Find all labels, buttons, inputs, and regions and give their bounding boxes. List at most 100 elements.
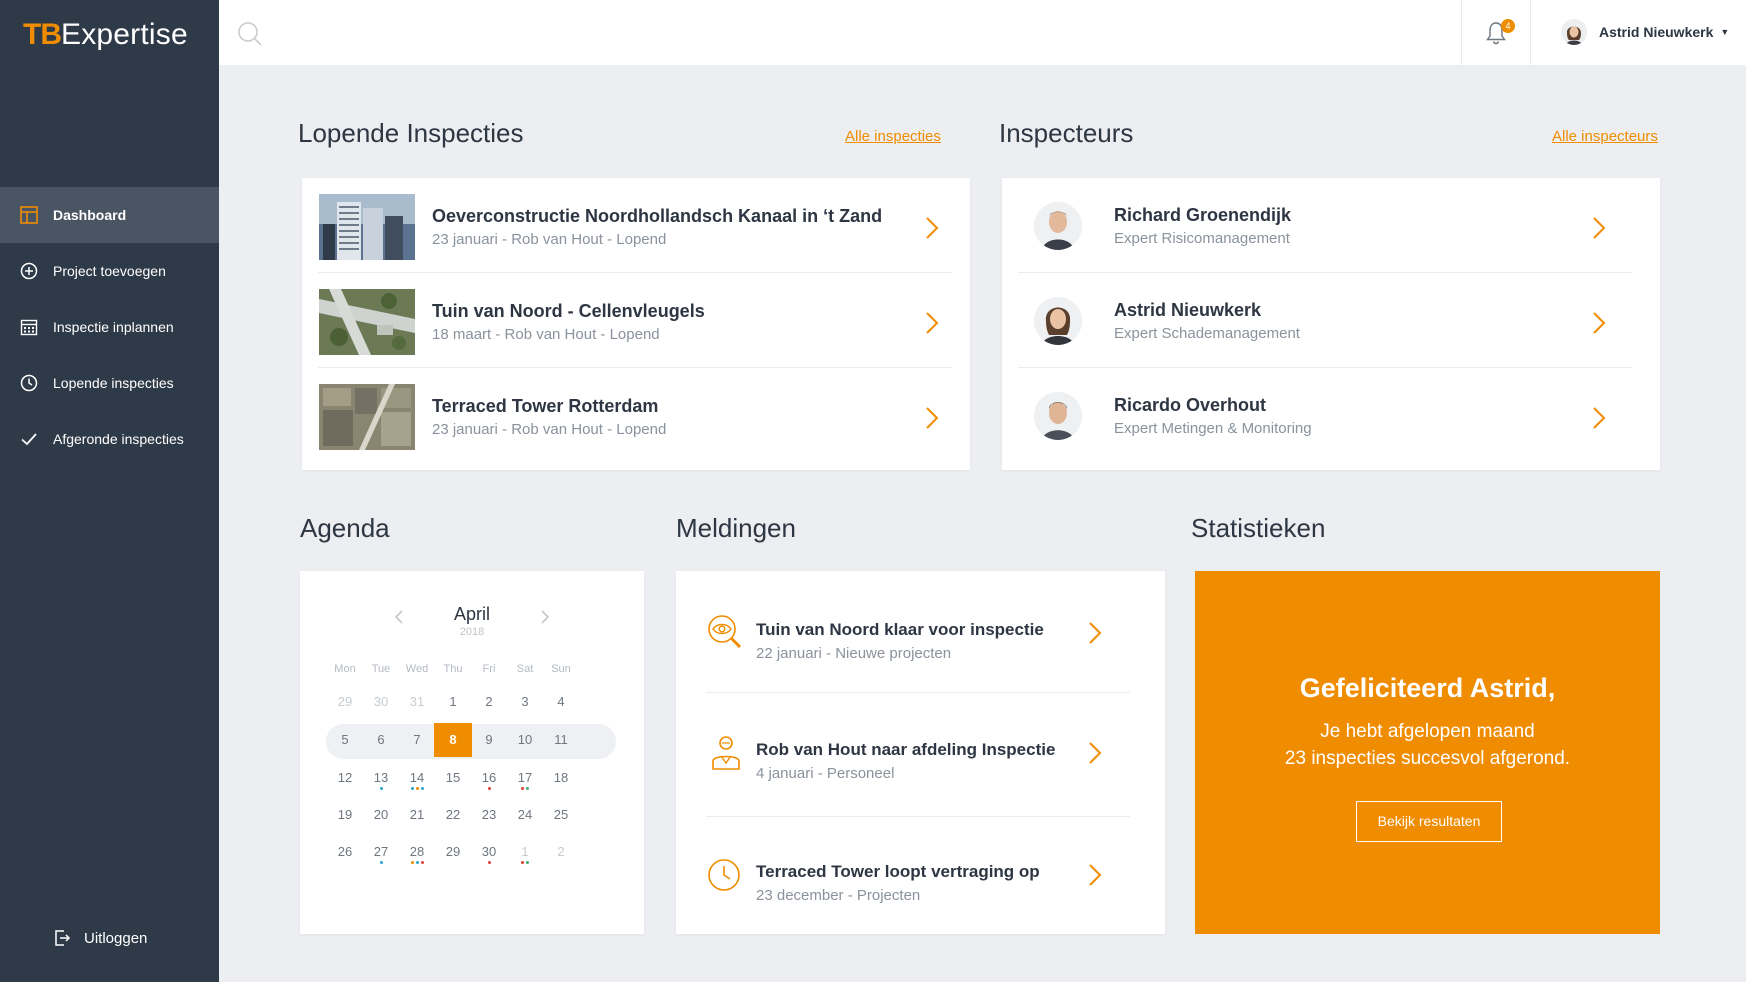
inspector-name: Ricardo Overhout [1114, 395, 1267, 415]
all-inspecteurs-link[interactable]: Alle inspecteurs [1552, 128, 1658, 145]
calendar-day[interactable]: 1 [434, 685, 472, 719]
calendar-day[interactable]: 10 [506, 723, 544, 757]
calendar-day[interactable]: 25 [542, 798, 580, 832]
inspection-title: Oeverconstructie Noordhollandsch Kanaal … [432, 206, 883, 226]
calendar-day[interactable]: 21 [398, 798, 436, 832]
chevron-right-icon [1089, 864, 1102, 886]
calendar-day-number: 8 [449, 732, 457, 747]
calendar-weekday: Mon [334, 663, 356, 675]
calendar-day[interactable]: 7 [398, 723, 436, 757]
calendar-day-number: 9 [485, 732, 493, 747]
calendar-day[interactable]: 30 [362, 685, 400, 719]
calendar-day[interactable]: 8 [434, 723, 472, 757]
calendar-day-number: 31 [409, 694, 425, 709]
calendar-day[interactable]: 2 [542, 835, 580, 869]
sidebar-item-lopende-inspecties[interactable]: Lopende inspecties [0, 355, 219, 411]
stats-line-2: 23 inspecties succesvol afgerond. [1284, 748, 1571, 769]
calendar-day[interactable]: 13 [362, 761, 400, 795]
notification-title: Terraced Tower loopt vertraging op [756, 862, 1040, 881]
calendar-day[interactable]: 29 [434, 835, 472, 869]
calendar-day[interactable]: 19 [326, 798, 364, 832]
calendar-day-number: 3 [521, 694, 529, 709]
calendar-day[interactable]: 28 [398, 835, 436, 869]
inspecties-card: Oeverconstructie Noordhollandsch Kanaal … [302, 178, 970, 470]
calendar-day[interactable]: 5 [326, 723, 364, 757]
list-item[interactable]: Oeverconstructie Noordhollandsch Kanaal … [318, 178, 952, 273]
calendar-day[interactable]: 15 [434, 761, 472, 795]
caret-down-icon: ▼ [1720, 27, 1730, 37]
sidebar-item-inspectie-inplannen[interactable]: Inspectie inplannen [0, 299, 219, 355]
plus-circle-icon [19, 261, 39, 281]
calendar-day[interactable]: 12 [326, 761, 364, 795]
calendar-day[interactable]: 27 [362, 835, 400, 869]
calendar-day-number: 25 [553, 807, 569, 822]
notification-item[interactable]: Rob van Hout naar afdeling Inspectie 4 j… [706, 729, 1130, 804]
chevron-right-icon [926, 312, 939, 334]
logout-label: Uitloggen [84, 929, 148, 947]
calendar-day[interactable]: 26 [326, 835, 364, 869]
list-item[interactable]: Astrid Nieuwkerk Expert Schademanagement [1018, 273, 1632, 368]
project-thumbnail [319, 289, 415, 355]
notification-meta: 22 januari - Nieuwe projecten [756, 645, 952, 662]
sidebar-item-afgeronde-inspecties[interactable]: Afgeronde inspecties [0, 411, 219, 467]
notification-item[interactable]: Tuin van Noord klaar voor inspectie 22 j… [706, 609, 1130, 684]
topbar: 4 Astrid Nieuwkerk ▼ [219, 0, 1746, 65]
calendar-day[interactable]: 23 [470, 798, 508, 832]
list-item[interactable]: Tuin van Noord - Cellenvleugels 18 maart… [318, 273, 952, 368]
sidebar-item-label: Project toevoegen [53, 263, 166, 279]
calendar-day[interactable]: 2 [470, 685, 508, 719]
calendar-day-number: 19 [337, 807, 353, 822]
list-item[interactable]: Terraced Tower Rotterdam 23 januari - Ro… [318, 368, 952, 463]
calendar-day[interactable]: 24 [506, 798, 544, 832]
calendar-day-number: 10 [517, 732, 533, 747]
calendar-day-number: 13 [373, 770, 389, 785]
notification-title: Rob van Hout naar afdeling Inspectie [756, 740, 1056, 759]
event-dots [506, 787, 544, 790]
chevron-right-icon [1089, 742, 1102, 764]
user-name: Astrid Nieuwkerk [1599, 24, 1714, 40]
list-item[interactable]: Richard Groenendijk Expert Risicomanagem… [1018, 178, 1632, 273]
event-dot [420, 861, 424, 864]
calendar-day[interactable]: 11 [542, 723, 580, 757]
calendar-next-button[interactable] [537, 607, 553, 627]
view-results-button[interactable]: Bekijk resultaten [1356, 801, 1502, 842]
calendar-day[interactable]: 6 [362, 723, 400, 757]
list-item[interactable]: Ricardo Overhout Expert Metingen & Monit… [1018, 368, 1632, 463]
calendar-day-number: 5 [341, 732, 349, 747]
notifications-button[interactable]: 4 [1461, 0, 1531, 65]
stats-line-1: Je hebt afgelopen maand [1320, 721, 1535, 742]
calendar-day[interactable]: 17 [506, 761, 544, 795]
calendar-day[interactable]: 30 [470, 835, 508, 869]
notification-item[interactable]: Terraced Tower loopt vertraging op 23 de… [706, 851, 1130, 926]
eye-search-icon [708, 615, 742, 649]
calendar-day[interactable]: 18 [542, 761, 580, 795]
avatar [1034, 297, 1082, 345]
calendar-day[interactable]: 3 [506, 685, 544, 719]
all-inspecties-link[interactable]: Alle inspecties [845, 128, 941, 145]
search-icon[interactable] [237, 21, 263, 47]
calendar-day[interactable]: 29 [326, 685, 364, 719]
brand-logo[interactable]: TBExpertise [23, 18, 188, 52]
calendar-day-number: 23 [481, 807, 497, 822]
calendar-day[interactable]: 20 [362, 798, 400, 832]
calendar-day[interactable]: 9 [470, 723, 508, 757]
calendar-day[interactable]: 1 [506, 835, 544, 869]
calendar-day-number: 2 [557, 844, 565, 859]
sidebar-item-dashboard[interactable]: Dashboard [0, 187, 219, 243]
calendar-day[interactable]: 31 [398, 685, 436, 719]
sidebar-item-project-toevoegen[interactable]: Project toevoegen [0, 243, 219, 299]
meldingen-card: Tuin van Noord klaar voor inspectie 22 j… [676, 571, 1165, 934]
inspector-role: Expert Risicomanagement [1114, 230, 1290, 247]
calendar-day-number: 29 [445, 844, 461, 859]
calendar-month: April [453, 604, 490, 624]
calendar-day[interactable]: 14 [398, 761, 436, 795]
user-menu[interactable]: Astrid Nieuwkerk ▼ [1561, 19, 1729, 45]
calendar-day[interactable]: 16 [470, 761, 508, 795]
sidebar-item-label: Lopende inspecties [53, 375, 174, 391]
logout-button[interactable]: Uitloggen [52, 928, 147, 948]
calendar-day[interactable]: 4 [542, 685, 580, 719]
calendar-day-number: 29 [337, 694, 353, 709]
inspecteurs-title: Inspecteurs [999, 118, 1134, 148]
calendar-day[interactable]: 22 [434, 798, 472, 832]
calendar-day-number: 26 [337, 844, 353, 859]
